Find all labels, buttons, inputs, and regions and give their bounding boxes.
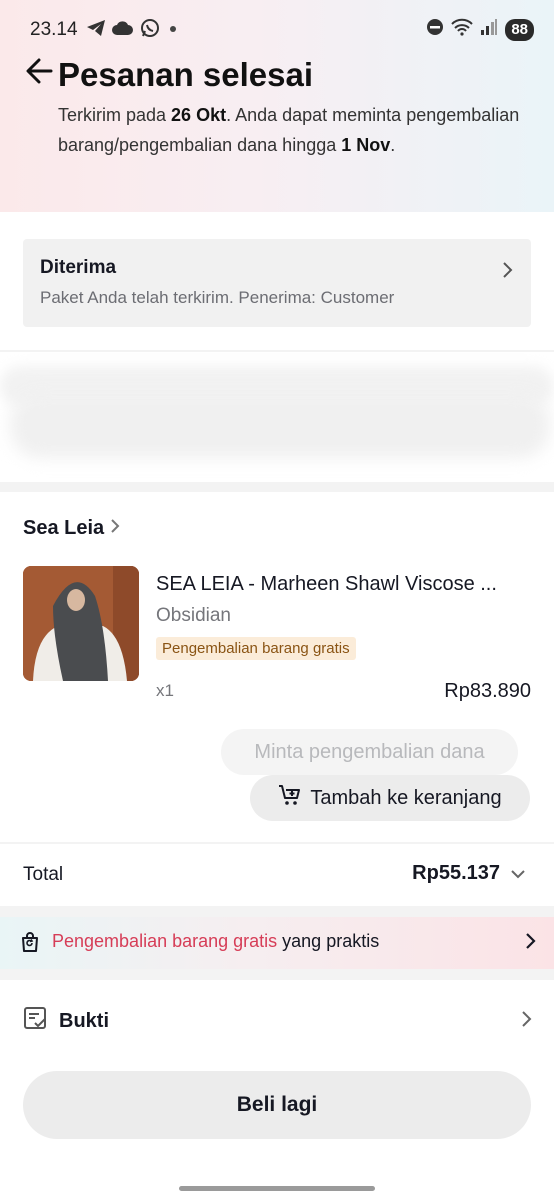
product-variant: Obsidian	[156, 605, 231, 626]
return-bag-icon	[20, 931, 40, 958]
free-return-rest: yang praktis	[277, 931, 380, 951]
free-return-banner-text: Pengembalian barang gratis yang praktis	[52, 931, 379, 952]
free-return-highlight: Pengembalian barang gratis	[52, 931, 278, 951]
total-toggle[interactable]: Rp55.137	[412, 862, 526, 885]
delivery-status-description: Paket Anda telah terkirim. Penerima: Cus…	[40, 288, 395, 307]
blurred-address-detail	[10, 392, 550, 458]
whatsapp-icon	[140, 18, 160, 44]
add-to-cart-button[interactable]: Tambah ke keranjang	[250, 775, 530, 821]
delivered-date: 26 Okt	[171, 105, 227, 125]
delivery-status-card[interactable]: Diterima Paket Anda telah terkirim. Pene…	[23, 239, 531, 327]
page-subtitle: Terkirim pada 26 Okt. Anda dapat meminta…	[58, 100, 528, 160]
chevron-down-icon	[510, 862, 526, 885]
telegram-icon	[86, 19, 106, 43]
subtitle-suffix: .	[390, 135, 396, 155]
wifi-icon	[451, 18, 474, 42]
cloud-icon	[112, 20, 134, 42]
status-time: 23.14	[30, 19, 78, 40]
arrow-left-icon	[25, 58, 53, 89]
chevron-right-icon	[524, 932, 536, 955]
total-label: Total	[23, 864, 64, 885]
dnd-icon	[426, 18, 444, 42]
home-indicator[interactable]	[179, 1186, 375, 1191]
dot-icon	[166, 20, 180, 42]
receipt-icon	[23, 1006, 49, 1036]
delivery-status-title: Diterima	[40, 257, 117, 278]
product-title[interactable]: SEA LEIA - Marheen Shawl Viscose ...	[156, 573, 497, 596]
proof-label: Bukti	[59, 1009, 109, 1032]
chevron-right-icon	[501, 261, 513, 284]
total-value: Rp55.137	[412, 862, 500, 884]
back-button[interactable]	[22, 56, 56, 90]
cart-add-icon	[278, 784, 302, 812]
subtitle-prefix: Terkirim pada	[58, 105, 172, 125]
chevron-right-icon	[520, 1010, 532, 1033]
product-quantity: x1	[156, 681, 174, 700]
store-link[interactable]: Sea Leia	[23, 517, 120, 540]
return-deadline: 1 Nov	[341, 135, 391, 155]
page-title: Pesanan selesai	[58, 56, 314, 93]
chevron-right-icon	[110, 517, 120, 540]
status-bar: 23.14 88	[0, 0, 554, 60]
request-refund-button[interactable]: Minta pengembalian dana	[221, 729, 518, 775]
signal-icon	[480, 18, 498, 42]
product-image[interactable]	[23, 566, 139, 681]
buy-again-button[interactable]: Beli lagi	[23, 1071, 531, 1139]
free-return-badge: Pengembalian barang gratis	[156, 637, 356, 660]
proof-row[interactable]: Bukti	[23, 1006, 109, 1036]
battery-indicator: 88	[505, 19, 534, 41]
product-price: Rp83.890	[444, 680, 531, 702]
add-to-cart-label: Tambah ke keranjang	[310, 786, 502, 809]
store-name: Sea Leia	[23, 517, 105, 539]
